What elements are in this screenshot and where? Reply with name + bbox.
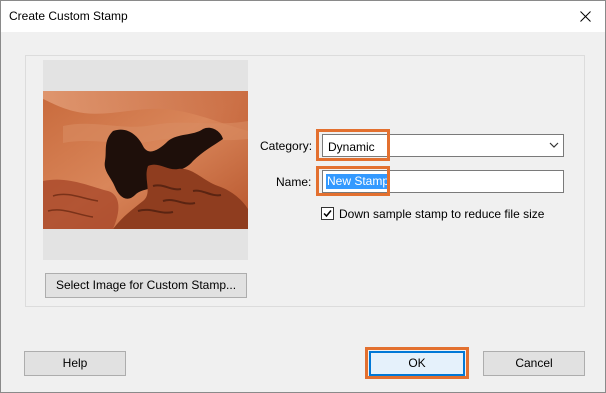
downsample-checkbox[interactable]	[321, 207, 334, 220]
select-image-button[interactable]: Select Image for Custom Stamp...	[45, 273, 247, 298]
window-title: Create Custom Stamp	[9, 9, 128, 23]
help-button[interactable]: Help	[24, 351, 126, 376]
checkmark-icon	[323, 210, 332, 218]
title-bar: Create Custom Stamp	[1, 1, 605, 32]
stamp-preview-image	[43, 91, 248, 229]
name-field[interactable]: New Stamp	[322, 170, 564, 193]
close-icon	[579, 11, 591, 22]
name-field-selected-text: New Stamp	[326, 174, 391, 189]
category-selected-value: Dynamic	[328, 140, 375, 154]
category-label: Category:	[260, 139, 313, 153]
cancel-button[interactable]: Cancel	[483, 351, 585, 376]
stamp-preview-area	[43, 60, 248, 260]
create-custom-stamp-dialog: Create Custom Stamp Select Image for Cus…	[0, 0, 606, 393]
chevron-down-icon	[549, 142, 559, 148]
name-label: Name:	[276, 175, 312, 189]
close-button[interactable]	[565, 1, 605, 32]
downsample-label: Down sample stamp to reduce file size	[339, 207, 545, 221]
ok-button[interactable]: OK	[369, 351, 465, 376]
category-dropdown[interactable]: Dynamic	[322, 134, 564, 157]
